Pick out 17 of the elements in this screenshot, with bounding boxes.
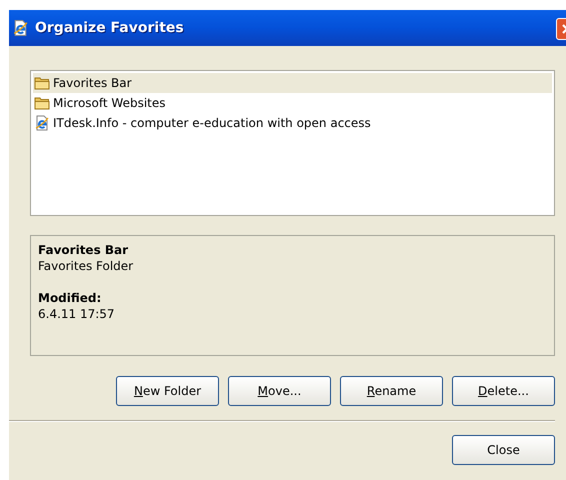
favorite-item[interactable]: Favorites Bar [33,73,552,93]
action-button[interactable]: New Folder [116,376,219,406]
browser-page-icon [12,19,29,37]
window-title: Organize Favorites [35,18,184,38]
action-button[interactable]: Move... [228,376,331,406]
item-name: Favorites Bar [38,242,130,258]
folder-icon [34,75,50,91]
item-type: Favorites Folder [38,258,134,274]
modified-label: Modified: [38,290,102,306]
action-button[interactable]: Rename [340,376,443,406]
action-button[interactable]: Close [452,435,555,465]
modified-date: 6.4.11 17:57 [38,306,116,322]
browser-page-icon [34,115,50,131]
favorite-item[interactable]: Microsoft Websites [33,93,552,113]
favorite-item[interactable]: ITdesk.Info - computer e-education with open access [33,113,552,133]
action-button[interactable]: Delete... [452,376,555,406]
folder-icon [34,95,50,111]
